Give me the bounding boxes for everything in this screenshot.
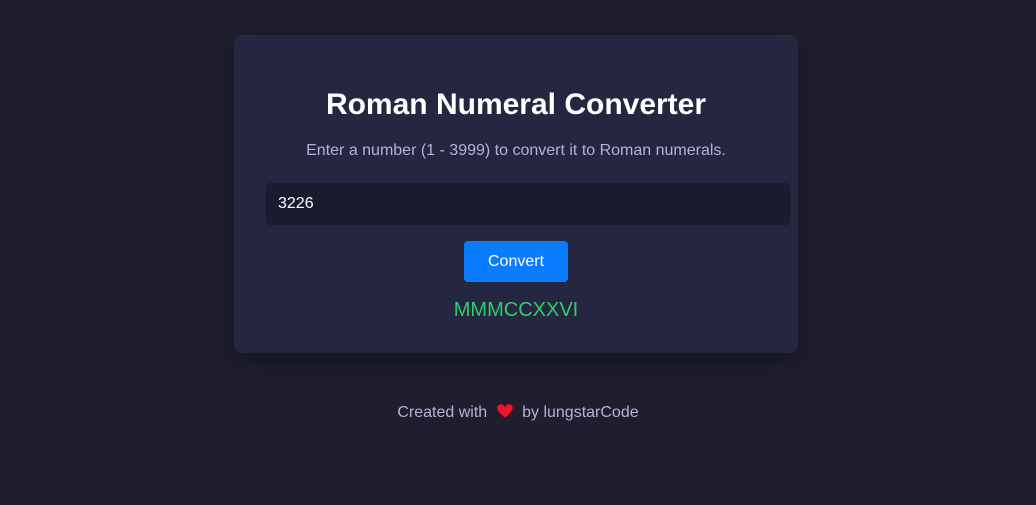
instructions-text: Enter a number (1 - 3999) to convert it … — [306, 142, 726, 159]
footer-prefix: Created with — [397, 404, 488, 421]
page-title: Roman Numeral Converter — [325, 88, 707, 121]
footer-suffix: by lungstarCode — [522, 404, 639, 421]
number-input[interactable] — [266, 183, 790, 225]
heart-icon — [496, 403, 514, 419]
convert-button[interactable]: Convert — [464, 241, 568, 282]
converter-card: Roman Numeral Converter Enter a number (… — [234, 35, 798, 353]
footer: Created with by lungstarCode — [0, 403, 1036, 423]
roman-result: MMMCCXXVI — [453, 299, 579, 321]
